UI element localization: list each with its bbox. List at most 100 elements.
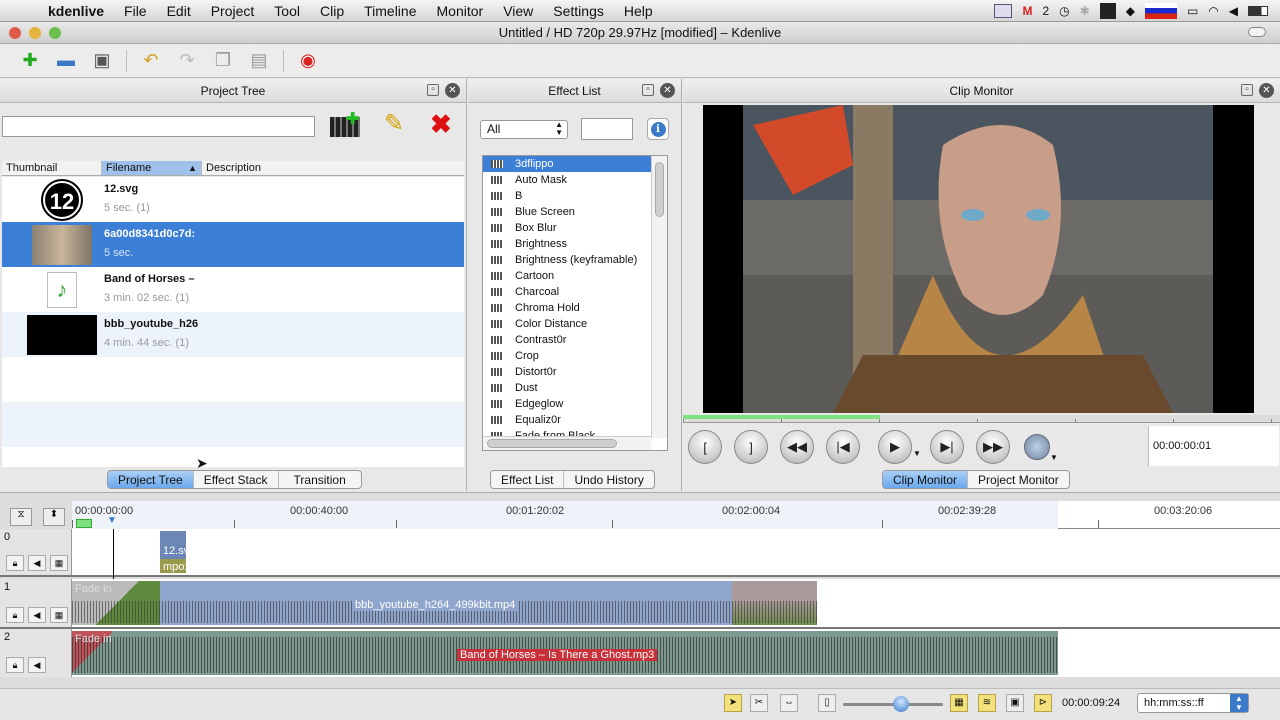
wifi-icon[interactable]: ◠ — [1208, 4, 1218, 18]
timeline-clip[interactable]: Fade in bbb_youtube_h264_499kbit.mp4 — [72, 581, 817, 625]
effect-item[interactable]: Brightness — [483, 236, 651, 252]
tab-effect-list[interactable]: Effect List — [491, 471, 565, 488]
effect-item[interactable]: B — [483, 188, 651, 204]
zone-start-marker[interactable] — [76, 519, 92, 528]
effect-info-button[interactable]: i — [647, 118, 669, 140]
effect-list-horizontal-scrollbar[interactable] — [483, 436, 651, 450]
effect-item[interactable]: Charcoal — [483, 284, 651, 300]
effect-item[interactable]: Chroma Hold — [483, 300, 651, 316]
scroll-thumb[interactable] — [655, 162, 664, 217]
flag-icon[interactable] — [1144, 2, 1177, 19]
column-description[interactable]: Description — [202, 161, 464, 175]
new-project-button[interactable]: ✚ — [16, 48, 44, 74]
play-button[interactable]: ▶ — [878, 430, 912, 464]
record-button[interactable]: ◉ — [294, 48, 322, 74]
snap-icon[interactable]: ⊳ — [1034, 694, 1052, 712]
tab-project-monitor[interactable]: Project Monitor — [968, 471, 1069, 488]
toolbar-toggle-button[interactable] — [1248, 27, 1266, 37]
tab-undo-history[interactable]: Undo History — [564, 471, 653, 488]
close-panel-icon[interactable]: ✕ — [445, 83, 460, 98]
monitor-timecode[interactable]: 00:00:00:01 — [1148, 426, 1279, 466]
rewind-frame-button[interactable]: |◀ — [826, 430, 860, 464]
expand-tracks-button[interactable]: ⬍ — [43, 508, 65, 526]
add-clip-button[interactable]: ✚ — [330, 109, 366, 141]
track-lane[interactable]: Fade in bbb_youtube_h264_499kbit.mp4 — [72, 579, 1280, 627]
rewind-button[interactable]: ◀◀ — [780, 430, 814, 464]
playhead-marker-icon[interactable]: ▼ — [107, 515, 117, 526]
clip-row[interactable]: ♪ Band of Horses – 3 min. 02 sec. (1) — [2, 267, 464, 312]
menu-timeline[interactable]: Timeline — [354, 3, 426, 19]
float-panel-icon[interactable]: ▫ — [1241, 84, 1253, 96]
effect-item[interactable]: Auto Mask — [483, 172, 651, 188]
edit-clip-button[interactable]: ✎ — [384, 109, 416, 141]
timecode-format-select[interactable]: hh:mm:ss::ff ▲ ▼ — [1137, 693, 1249, 713]
menu-monitor[interactable]: Monitor — [427, 3, 494, 19]
lock-icon[interactable]: 🔒︎ — [6, 657, 24, 673]
spacer-tool-icon[interactable]: ⇔ — [780, 694, 798, 712]
video-toggle-icon[interactable]: ▦ — [50, 607, 68, 623]
effect-item[interactable]: Color Distance — [483, 316, 651, 332]
close-panel-icon[interactable]: ✕ — [1259, 83, 1274, 98]
effect-search-input[interactable] — [581, 118, 633, 140]
settings-arrow-icon[interactable]: ▼ — [1050, 453, 1058, 462]
volume-icon[interactable]: ◀ — [1229, 4, 1238, 18]
undo-button[interactable]: ↶ — [137, 48, 165, 74]
timeline-clip[interactable]: mpo: — [160, 559, 186, 573]
menu-help[interactable]: Help — [614, 3, 663, 19]
clip-row-selected[interactable]: 6a00d8341d0c7d: 5 sec. — [2, 222, 464, 267]
display-icon[interactable]: ▭ — [1187, 4, 1198, 18]
effect-item[interactable]: Blue Screen — [483, 204, 651, 220]
calendar-icon[interactable] — [994, 3, 1013, 18]
column-thumbnail[interactable]: Thumbnail — [2, 161, 102, 175]
effect-item[interactable]: 3dflippo — [483, 156, 651, 172]
monitor-settings-button[interactable] — [1024, 434, 1050, 460]
save-project-button[interactable]: ▣ — [88, 48, 116, 74]
effect-item[interactable]: Brightness (keyframable) — [483, 252, 651, 268]
battery-icon[interactable] — [1248, 5, 1268, 16]
track-lane[interactable]: 12.sv mpo: — [72, 529, 1280, 673]
set-zone-start-button[interactable]: [ — [688, 430, 722, 464]
paste-button[interactable]: ▤ — [245, 48, 273, 74]
forward-button[interactable]: ▶▶ — [976, 430, 1010, 464]
monitor-ruler[interactable] — [683, 415, 1280, 423]
effect-item[interactable]: Box Blur — [483, 220, 651, 236]
menu-app[interactable]: kdenlive — [38, 3, 114, 19]
show-markers-icon[interactable]: ▣ — [1006, 694, 1024, 712]
show-waveform-icon[interactable]: ≋ — [978, 694, 996, 712]
tab-effect-stack[interactable]: Effect Stack — [194, 471, 279, 488]
play-options-arrow-icon[interactable]: ▼ — [913, 449, 921, 458]
app-tray-icon[interactable] — [1099, 2, 1116, 19]
dropbox-icon[interactable]: ◆ — [1126, 4, 1135, 18]
menu-clip[interactable]: Clip — [310, 3, 354, 19]
float-panel-icon[interactable]: ▫ — [642, 84, 654, 96]
bluetooth-icon[interactable]: ✱ — [1080, 4, 1090, 18]
column-filename[interactable]: Filename ▲ — [102, 161, 202, 175]
select-tool-icon[interactable]: ➤ — [724, 694, 742, 712]
fit-zoom-icon[interactable]: ▯ — [818, 694, 836, 712]
mute-icon[interactable]: ◀ — [28, 657, 46, 673]
track-lane[interactable]: Fade in Band of Horses – Is There a Ghos… — [72, 629, 1280, 677]
mute-icon[interactable]: ◀ — [28, 555, 46, 571]
open-project-button[interactable]: ▬ — [52, 48, 80, 74]
collapse-tracks-button[interactable]: ⧖ — [10, 508, 32, 526]
timeline-ruler[interactable]: 00:00:00:00 00:00:40:00 00:01:20:02 00:0… — [72, 501, 1280, 529]
tab-transition[interactable]: Transition — [279, 471, 361, 488]
gmail-icon[interactable]: M — [1022, 4, 1032, 18]
close-panel-icon[interactable]: ✕ — [660, 83, 675, 98]
menu-edit[interactable]: Edit — [157, 3, 201, 19]
clip-row[interactable]: 12 12.svg 5 sec. (1) — [2, 177, 464, 222]
effect-item[interactable]: Equaliz0r — [483, 412, 651, 428]
zoom-window-button[interactable] — [49, 27, 61, 39]
mute-icon[interactable]: ◀ — [28, 607, 46, 623]
lock-icon[interactable]: 🔒︎ — [6, 607, 24, 623]
scroll-thumb[interactable] — [487, 439, 617, 448]
effect-item[interactable]: Crop — [483, 348, 651, 364]
razor-tool-icon[interactable]: ✂ — [750, 694, 768, 712]
effect-item[interactable]: Dust — [483, 380, 651, 396]
effect-category-select[interactable]: All ▲ ▼ — [480, 120, 568, 139]
delete-clip-button[interactable]: ✖ — [430, 109, 460, 141]
time-machine-icon[interactable]: ◷ — [1059, 4, 1069, 18]
minimize-window-button[interactable] — [29, 27, 41, 39]
copy-button[interactable]: ❐ — [209, 48, 237, 74]
effect-item[interactable]: Contrast0r — [483, 332, 651, 348]
